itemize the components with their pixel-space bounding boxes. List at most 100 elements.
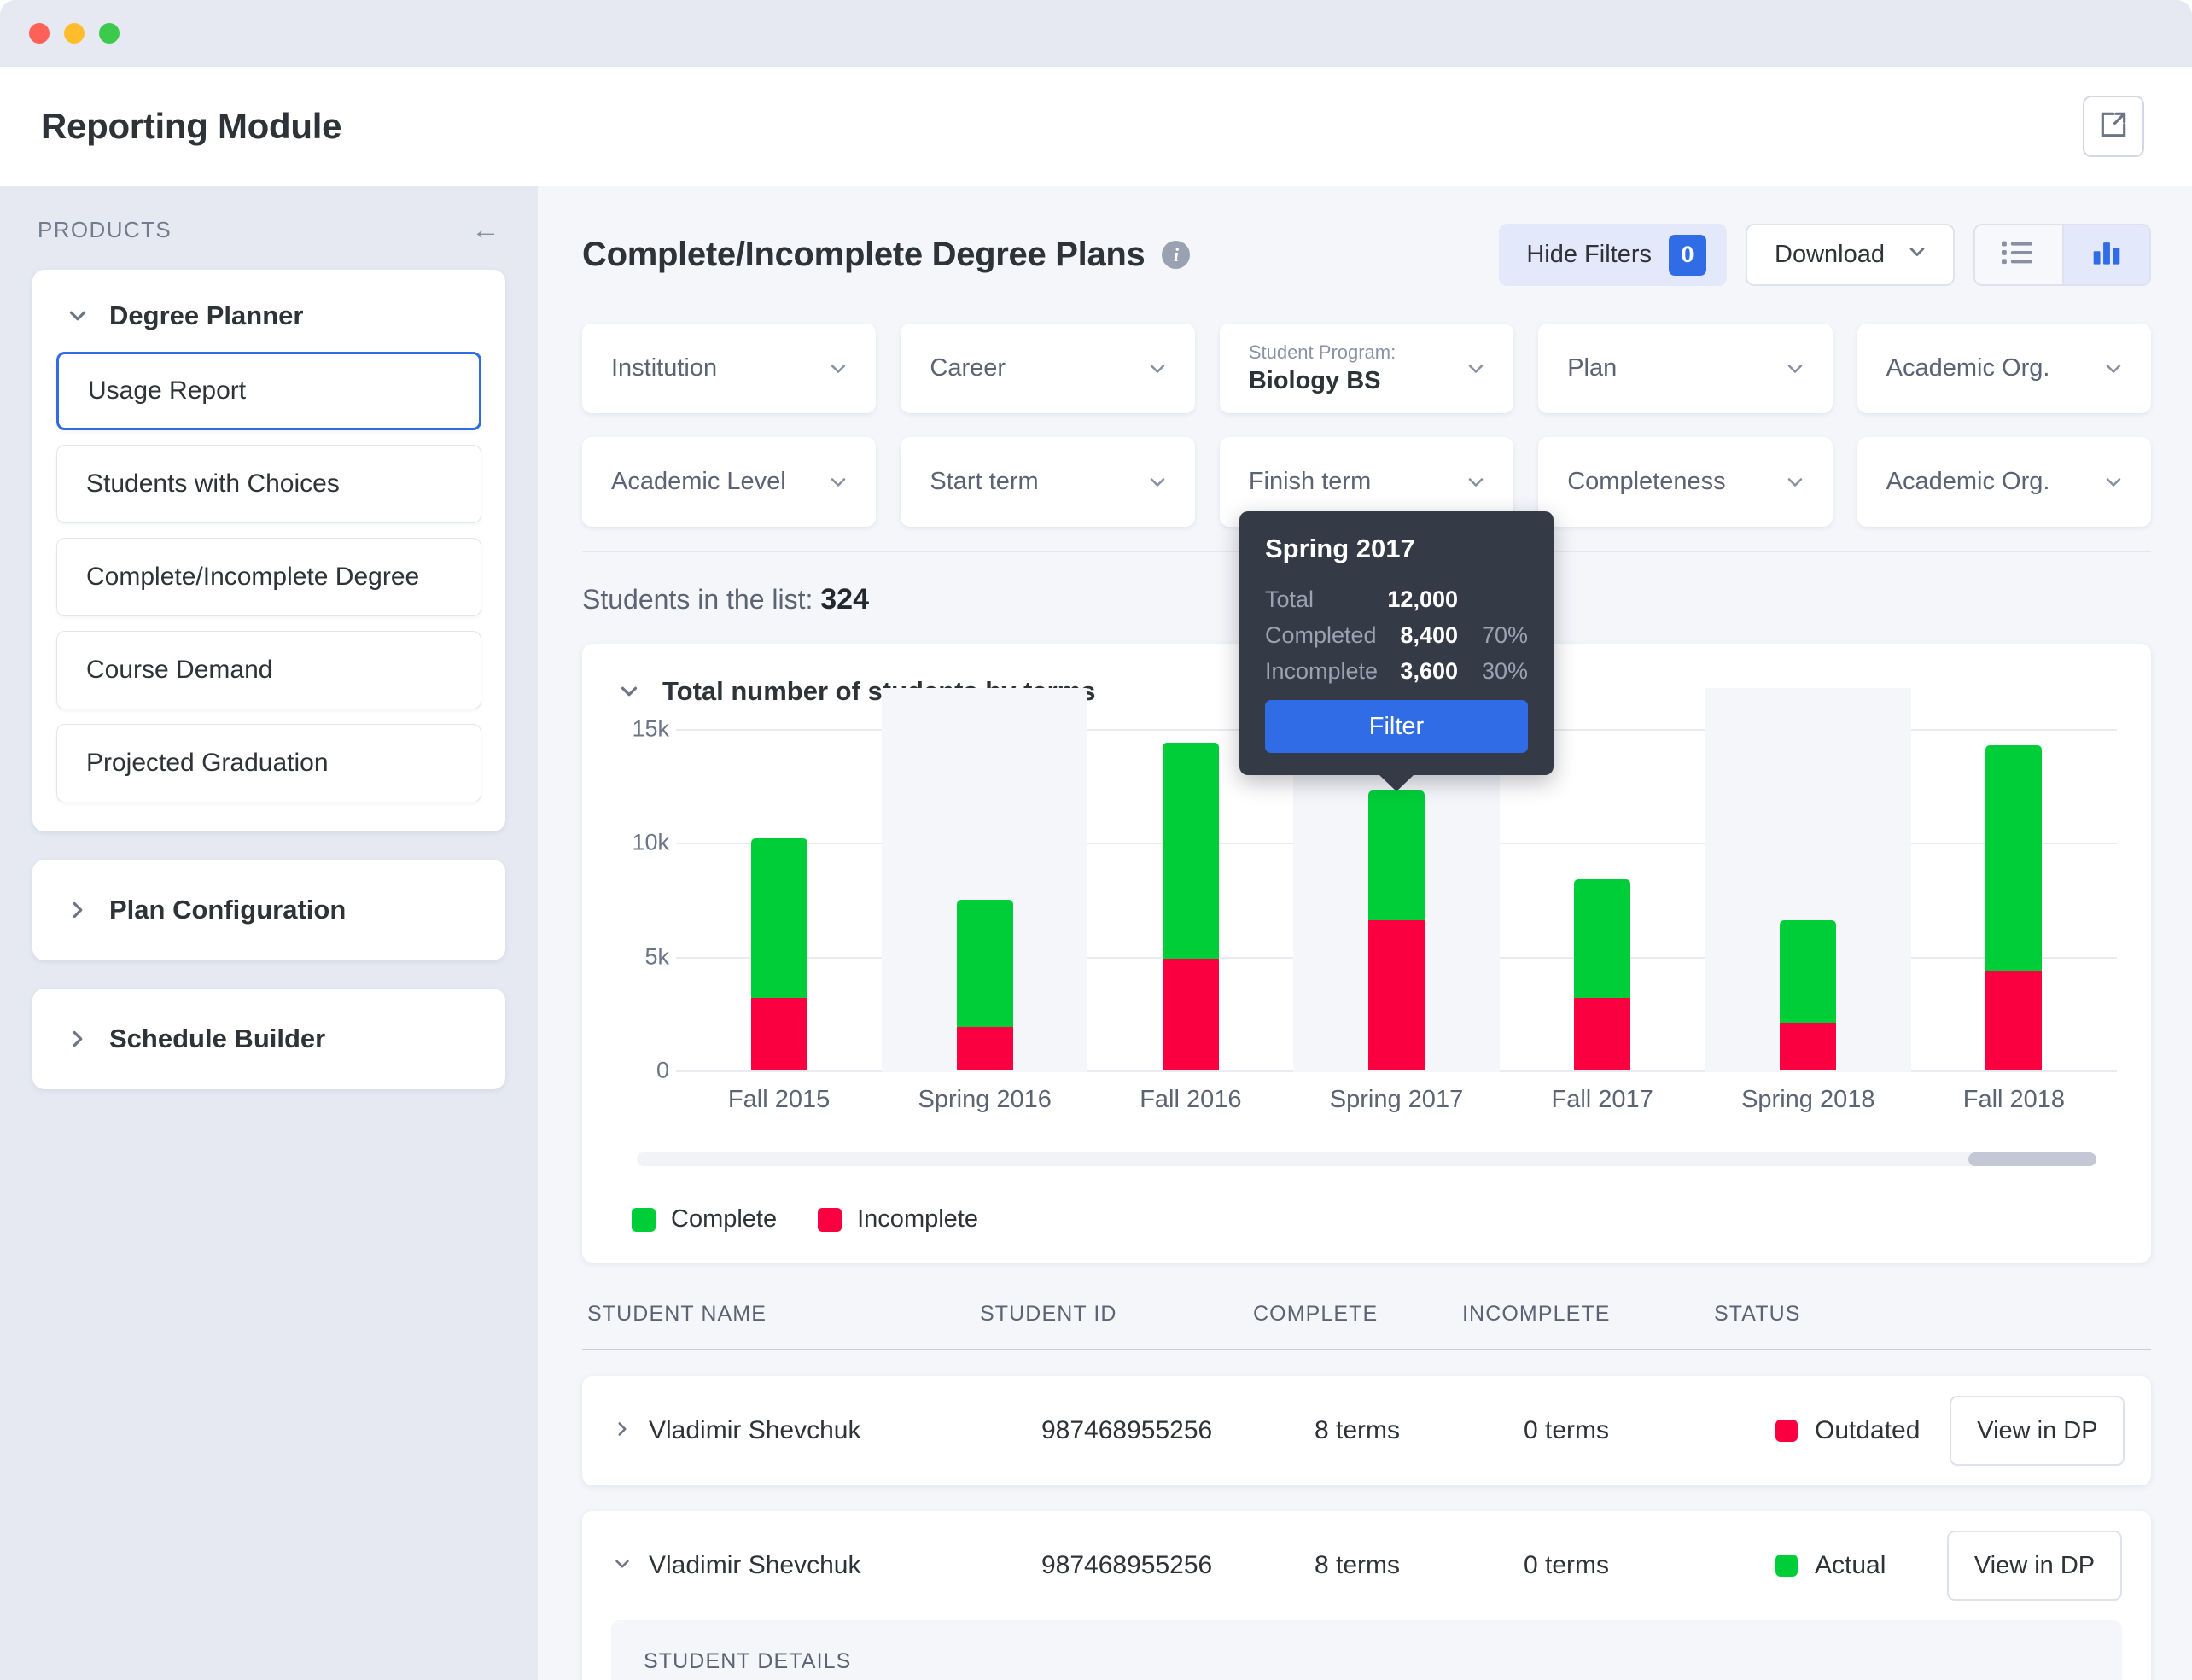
hide-filters-label: Hide Filters	[1526, 241, 1653, 268]
filter-student-program[interactable]: Student Program: Biology BS	[1219, 324, 1514, 413]
tooltip-row-total: Total 12,000	[1265, 586, 1528, 613]
download-button[interactable]: Download	[1746, 224, 1955, 286]
sidebar-item-complete-incomplete-degree[interactable]: Complete/Incomplete Degree	[56, 538, 481, 616]
chart-x-tick-label: Fall 2018	[1962, 1086, 2066, 1113]
hide-filters-button[interactable]: Hide Filters 0	[1499, 224, 1728, 286]
chart-bar-fall-2016[interactable]	[1162, 743, 1219, 1070]
chevron-down-icon	[1783, 357, 1807, 381]
filter-label: Academic Org.	[1886, 468, 2050, 495]
bar-segment-incomplete	[1574, 997, 1631, 1070]
bar-segment-incomplete	[956, 1027, 1013, 1070]
tooltip-value: 12,000	[1387, 586, 1458, 612]
tooltip-filter-button[interactable]: Filter	[1265, 700, 1528, 753]
main-header: Complete/Incomplete Degree Plans i Hide …	[582, 224, 2151, 286]
chart-horizontal-scrollbar[interactable]	[637, 1152, 2096, 1166]
sidebar-group-header-degree-planner[interactable]: Degree Planner	[56, 292, 481, 352]
tooltip-label: Completed	[1265, 622, 1377, 648]
bar-segment-incomplete	[750, 997, 807, 1070]
info-icon[interactable]: i	[1162, 241, 1191, 269]
chart-x-tick-label: Fall 2016	[1140, 1086, 1242, 1113]
tooltip-title: Spring 2017	[1265, 534, 1415, 563]
filter-label: Institution	[611, 354, 718, 382]
list-view-button[interactable]	[1975, 225, 2062, 284]
filter-label: Plan	[1567, 354, 1618, 382]
filter-plan[interactable]: Plan	[1538, 324, 1833, 413]
status-label: Actual	[1815, 1551, 1886, 1579]
row-collapse-chevron-down-icon[interactable]	[611, 1553, 649, 1579]
sidebar-item-students-with-choices[interactable]: Students with Choices	[56, 445, 481, 523]
status-badge	[1775, 1420, 1798, 1442]
sidebar-header: PRODUCTS ←	[32, 215, 505, 270]
filter-institution[interactable]: Institution	[582, 324, 877, 413]
column-header-student-name: STUDENT NAME	[587, 1302, 767, 1326]
student-details-title: STUDENT DETAILS	[644, 1649, 852, 1673]
filter-completeness[interactable]: Completeness	[1538, 437, 1833, 527]
sidebar-group-degree-planner: Degree Planner Usage Report Students wit…	[32, 270, 505, 831]
chart-bar-fall-2015[interactable]	[750, 838, 807, 1070]
chart-x-tick-label: Fall 2015	[727, 1086, 831, 1113]
sidebar-item-usage-report[interactable]: Usage Report	[56, 352, 481, 430]
header-actions: Hide Filters 0 Download	[1499, 224, 2151, 286]
sidebar-item-label: Complete/Incomplete Degree	[86, 563, 420, 591]
row-expand-chevron-right-icon[interactable]	[611, 1418, 649, 1444]
table-row-main: Vladimir Shevchuk 987468955256 8 terms 0…	[611, 1376, 2125, 1485]
view-toggle	[1973, 224, 2151, 286]
bar-segment-complete	[1985, 744, 2043, 971]
filter-value: Biology BS	[1248, 367, 1381, 394]
tooltip-value: 3,600	[1400, 658, 1458, 684]
filter-academic-level[interactable]: Academic Level	[582, 437, 877, 527]
bar-segment-complete	[1368, 790, 1425, 920]
filter-career[interactable]: Career	[901, 324, 1195, 413]
chart-bar-fall-2017[interactable]	[1574, 879, 1631, 1070]
sidebar-collapse-icon[interactable]: ←	[471, 215, 500, 244]
chart-bar-fall-2018[interactable]	[1985, 744, 2043, 1070]
filter-academic-org-2[interactable]: Academic Org.	[1857, 437, 2152, 527]
bar-chart-view-icon	[2092, 239, 2121, 271]
chevron-down-icon	[1905, 240, 1929, 271]
sidebar-group-schedule-builder[interactable]: Schedule Builder	[32, 989, 505, 1089]
column-header-complete: COMPLETE	[1253, 1302, 1379, 1326]
filter-row-1: Institution Career Student Program: Biol…	[582, 324, 2152, 413]
chevron-right-icon	[65, 897, 90, 923]
filter-start-term[interactable]: Start term	[901, 437, 1195, 527]
chevron-down-icon	[2102, 470, 2125, 494]
bar-segment-complete	[1162, 743, 1219, 960]
filter-label: Start term	[930, 468, 1039, 495]
scrollbar-thumb[interactable]	[1968, 1152, 2096, 1166]
cell-student-name: Vladimir Shevchuk	[649, 1416, 861, 1444]
cell-student-id: 987468955256	[1041, 1416, 1213, 1444]
legend-swatch-incomplete	[818, 1207, 842, 1232]
window-maximize-button[interactable]	[99, 23, 120, 44]
filter-academic-org-1[interactable]: Academic Org.	[1857, 324, 2152, 413]
table-row[interactable]: Vladimir Shevchuk 987468955256 8 terms 0…	[582, 1376, 2151, 1485]
sidebar-item-label: Course Demand	[86, 656, 273, 684]
open-external-button[interactable]	[2083, 96, 2144, 157]
window-minimize-button[interactable]	[64, 23, 85, 44]
sidebar-group-title: Degree Planner	[109, 300, 304, 330]
sidebar-group-plan-configuration[interactable]: Plan Configuration	[32, 860, 505, 960]
filter-label: Academic Level	[611, 468, 786, 495]
chart-bar-spring-2017[interactable]	[1368, 790, 1425, 1070]
cell-incomplete: 0 terms	[1524, 1551, 1610, 1579]
sidebar-item-label: Projected Graduation	[86, 749, 329, 777]
sidebar-item-projected-graduation[interactable]: Projected Graduation	[56, 724, 481, 802]
chart-bar-spring-2018[interactable]	[1780, 920, 1837, 1070]
window-close-button[interactable]	[29, 23, 50, 44]
view-in-dp-button[interactable]: View in DP	[1950, 1396, 2125, 1466]
chart-view-button[interactable]	[2062, 225, 2149, 284]
view-in-dp-button[interactable]: View in DP	[1947, 1531, 2122, 1601]
chart-x-tick-label: Spring 2017	[1329, 1086, 1464, 1113]
page-title: Complete/Incomplete Degree Plans	[582, 236, 1146, 273]
main-panel: Complete/Incomplete Degree Plans i Hide …	[538, 186, 2192, 1680]
filter-text-stack: Student Program: Biology BS	[1249, 339, 1396, 398]
app-window: Reporting Module PRODUCTS ← Degree Plann…	[0, 0, 2192, 1680]
table-row[interactable]: Vladimir Shevchuk 987468955256 8 terms 0…	[582, 1511, 2151, 1680]
tooltip-percent: 70%	[1481, 622, 1528, 648]
student-details-panel: STUDENT DETAILS Phone: (800)-675-6969 Em…	[611, 1620, 2122, 1680]
cell-status: Actual	[1775, 1551, 1917, 1580]
sidebar-item-course-demand[interactable]: Course Demand	[56, 631, 481, 709]
chart-bar-spring-2016[interactable]	[956, 900, 1013, 1070]
tooltip-label: Incomplete	[1265, 658, 1379, 684]
cell-incomplete: 0 terms	[1524, 1416, 1610, 1444]
filter-label: Career	[930, 354, 1006, 382]
